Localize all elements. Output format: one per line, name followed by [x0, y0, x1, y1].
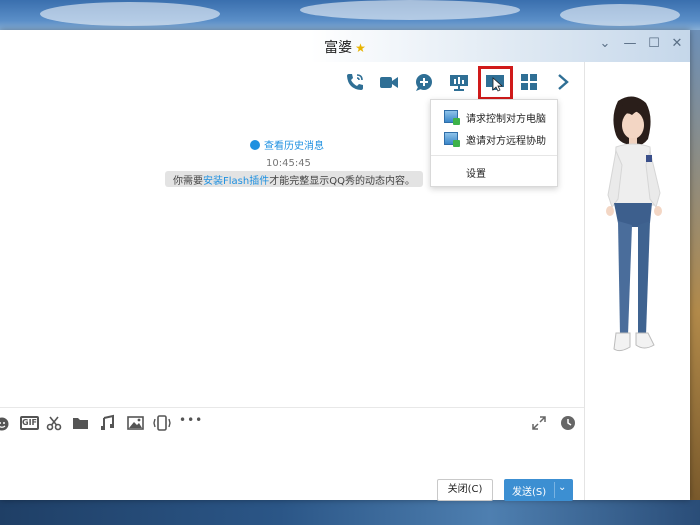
window-title: 富婆 ★ [0, 37, 690, 57]
maximize-icon[interactable]: ☐ [645, 36, 663, 51]
wallpaper-bottom [0, 500, 700, 525]
minimize-icon[interactable]: — [621, 36, 639, 51]
remote-help-icon [444, 132, 460, 147]
vip-star-icon: ★ [355, 41, 366, 55]
install-flash-link[interactable]: 安装Flash插件 [203, 176, 269, 187]
notice-prefix: 你需要 [173, 176, 203, 187]
gif-icon[interactable]: GIF [20, 416, 39, 430]
notice-suffix: 才能完整显示QQ秀的动态内容。 [269, 176, 415, 187]
shake-icon[interactable] [152, 414, 172, 432]
history-link-label: 查看历史消息 [264, 141, 324, 152]
menu-item-label: 邀请对方远程协助 [466, 136, 546, 147]
emoji-icon[interactable] [0, 414, 10, 432]
image-icon[interactable] [127, 414, 144, 432]
menu-item-request-control[interactable]: 请求控制对方电脑 [431, 106, 557, 128]
send-button-label: 发送(S) [512, 487, 547, 498]
app-grid-icon[interactable] [518, 71, 540, 93]
menu-item-invite-assist[interactable]: 邀请对方远程协助 [431, 128, 557, 150]
send-options-icon[interactable]: ⌄ [558, 482, 566, 493]
history-icon [250, 140, 260, 150]
title-bar: 富婆 ★ ⌄ — ☐ ✕ [0, 30, 690, 62]
qq-show-avatar [606, 96, 662, 352]
contact-name: 富婆 [324, 40, 353, 56]
message-timestamp: 10:45:45 [266, 158, 311, 169]
send-button[interactable]: 发送(S) ⌄ [504, 479, 573, 501]
phone-icon[interactable] [344, 71, 366, 93]
screen-share-icon[interactable] [448, 71, 470, 93]
chevron-right-icon[interactable] [552, 71, 574, 93]
video-call-icon[interactable] [378, 71, 400, 93]
menu-item-label: 设置 [466, 169, 486, 180]
menu-separator [431, 155, 557, 156]
close-icon[interactable]: ✕ [668, 36, 686, 51]
close-button[interactable]: 关闭(C) [437, 479, 493, 501]
remote-assist-highlight [478, 66, 513, 100]
expand-icon[interactable] [531, 414, 547, 432]
history-clock-icon[interactable] [560, 414, 576, 432]
message-input[interactable] [0, 438, 584, 478]
add-chat-icon[interactable] [413, 71, 435, 93]
remote-assist-menu: 请求控制对方电脑 邀请对方远程协助 设置 [430, 99, 558, 187]
more-icon[interactable]: ••• [179, 413, 203, 431]
remote-control-icon [444, 110, 460, 125]
flash-notice: 你需要安装Flash插件才能完整显示QQ秀的动态内容。 [165, 171, 423, 187]
scissors-icon[interactable] [46, 414, 62, 432]
wallpaper-edge [690, 30, 700, 500]
menu-item-settings[interactable]: 设置 [431, 161, 557, 183]
music-icon[interactable] [99, 414, 115, 432]
menu-item-label: 请求控制对方电脑 [466, 114, 546, 125]
folder-icon[interactable] [72, 414, 89, 432]
chevron-down-icon[interactable]: ⌄ [596, 36, 614, 51]
view-history-link[interactable]: 查看历史消息 [250, 137, 324, 152]
input-divider [0, 407, 584, 408]
send-button-separator [554, 482, 555, 498]
